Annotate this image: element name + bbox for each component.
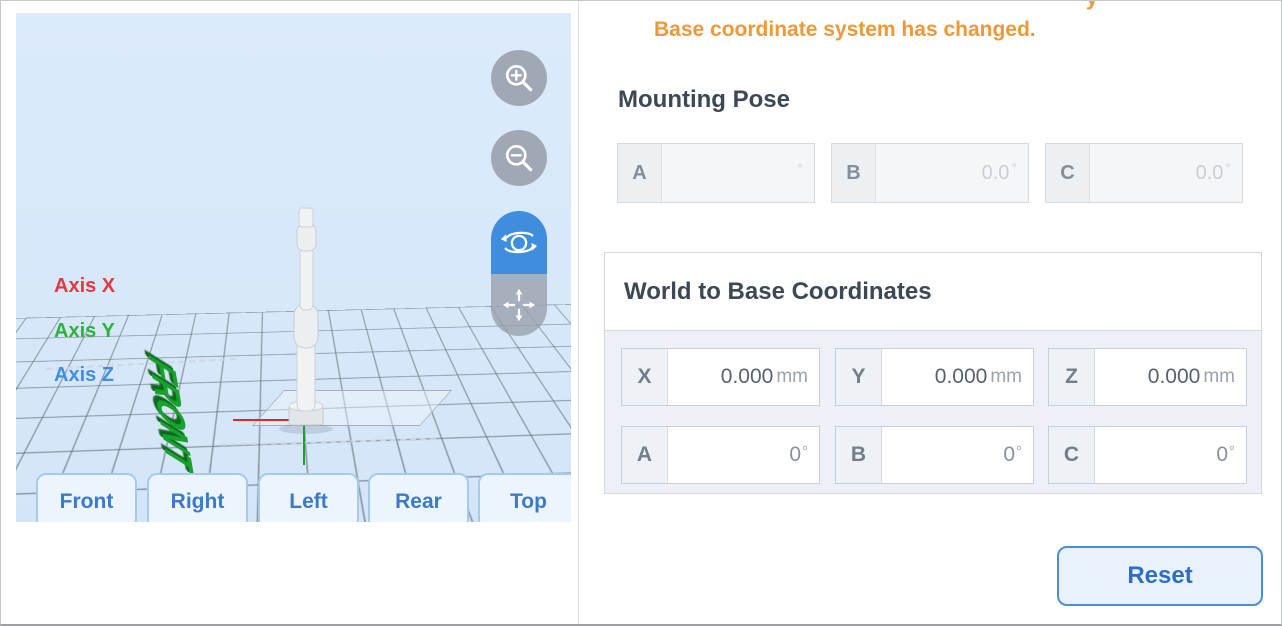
world-field-z[interactable]: Z 0.000 mm: [1048, 348, 1247, 406]
value-text: 0: [789, 443, 801, 467]
field-label: X: [622, 349, 668, 405]
field-label: B: [832, 144, 876, 202]
value-text: 0.000: [935, 365, 988, 389]
field-value: 0.0 °: [876, 144, 1028, 202]
field-value: 0 °: [1095, 427, 1246, 483]
unit-text: mm: [776, 366, 808, 388]
world-field-a[interactable]: A 0 °: [621, 426, 820, 484]
field-label: C: [1046, 144, 1090, 202]
pan-arrows-icon: [500, 286, 538, 324]
mounting-pose-title: Mounting Pose: [618, 86, 790, 114]
value-text: 0: [1003, 443, 1015, 467]
field-value: °: [662, 144, 814, 202]
view-button-front[interactable]: Front: [36, 473, 137, 522]
reset-button[interactable]: Reset: [1057, 546, 1263, 606]
unit-text: °: [1225, 160, 1231, 176]
field-label: B: [836, 427, 882, 483]
mounting-pose-field-a: A °: [617, 143, 815, 203]
magnifier-minus-icon: [501, 140, 537, 176]
zoom-out-button[interactable]: [491, 130, 547, 186]
field-value: 0.0 °: [1090, 144, 1242, 202]
world-field-b[interactable]: B 0 °: [835, 426, 1034, 484]
field-value: 0 °: [668, 427, 819, 483]
value-text: 0.0: [1196, 162, 1224, 185]
field-label: C: [1049, 427, 1095, 483]
rotate-view-button[interactable]: [491, 211, 547, 274]
view-button-right[interactable]: Right: [147, 473, 248, 522]
field-value: 0.000 mm: [668, 349, 819, 405]
unit-text: °: [1016, 443, 1022, 460]
unit-text: mm: [1203, 366, 1235, 388]
magnifier-plus-icon: [501, 60, 537, 96]
robot-settings-page: Axis X Axis Y Axis Z FRONT: [0, 0, 1282, 626]
pan-view-button[interactable]: [491, 274, 547, 336]
field-label: A: [618, 144, 662, 202]
mounting-pose-field-c: C 0.0 °: [1045, 143, 1243, 203]
value-text: 0.000: [721, 365, 774, 389]
world-to-base-body: X 0.000 mm Y 0.000 mm Z 0.000 mm: [605, 331, 1261, 493]
view-button-top[interactable]: Top: [478, 473, 571, 522]
field-value: 0 °: [882, 427, 1033, 483]
orbit-pan-toggle: [491, 211, 547, 336]
warning-message: Base coordinate system has changed.: [654, 18, 1036, 42]
field-label: Z: [1049, 349, 1095, 405]
zoom-in-button[interactable]: [491, 50, 547, 106]
unit-text: °: [802, 443, 808, 460]
value-text: 0.000: [1148, 365, 1201, 389]
world-field-y[interactable]: Y 0.000 mm: [835, 348, 1034, 406]
pane-divider: [578, 1, 579, 626]
axis-x-label: Axis X: [54, 275, 115, 298]
simulator-viewport[interactable]: Axis X Axis Y Axis Z FRONT: [16, 13, 571, 522]
value-text: 0.0: [982, 162, 1010, 185]
unit-text: °: [1011, 160, 1017, 176]
unit-text: mm: [990, 366, 1022, 388]
field-label: Y: [836, 349, 882, 405]
unit-text: °: [1229, 443, 1235, 460]
world-to-base-title: World to Base Coordinates: [624, 278, 932, 306]
world-field-c[interactable]: C 0 °: [1048, 426, 1247, 484]
view-button-rear[interactable]: Rear: [368, 473, 469, 522]
field-value: 0.000 mm: [1095, 349, 1246, 405]
world-to-base-panel: World to Base Coordinates X 0.000 mm Y 0…: [604, 252, 1262, 494]
warning-clipped-fragment: y: [1086, 0, 1098, 11]
unit-text: °: [797, 160, 803, 176]
world-to-base-header: World to Base Coordinates: [605, 253, 1261, 331]
axis-z-label: Axis Z: [54, 364, 114, 387]
value-text: 0: [1216, 443, 1228, 467]
view-button-left[interactable]: Left: [258, 473, 359, 522]
field-value: 0.000 mm: [882, 349, 1033, 405]
axis-y-label: Axis Y: [54, 320, 115, 343]
orbit-rotate-icon: [500, 224, 538, 262]
robot-model: [261, 203, 353, 473]
mounting-pose-field-b: B 0.0 °: [831, 143, 1029, 203]
field-label: A: [622, 427, 668, 483]
world-field-x[interactable]: X 0.000 mm: [621, 348, 820, 406]
